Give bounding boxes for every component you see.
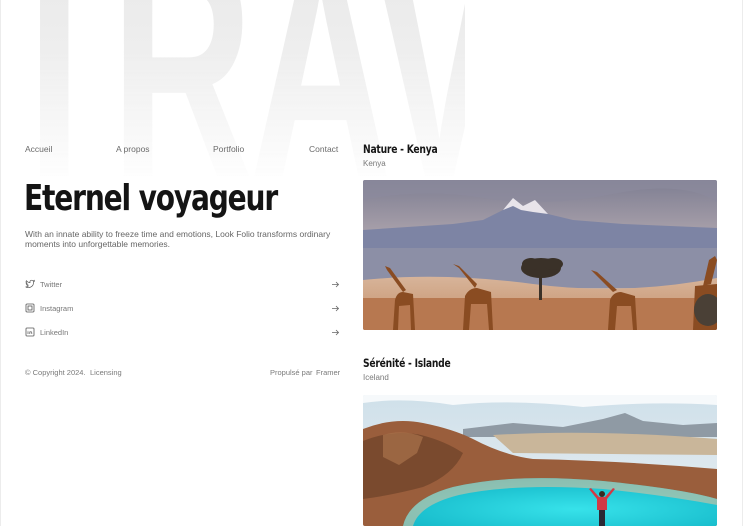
social-link-instagram[interactable]: Instagram (25, 301, 340, 315)
iceland-crater-lake-photo[interactable] (363, 395, 717, 526)
twitter-icon (25, 279, 35, 289)
footer: © Copyright 2024. Licensing Propulsé par… (25, 368, 340, 378)
card-title-kenya[interactable]: Nature - Kenya (363, 142, 438, 156)
card-title-islande[interactable]: Sérénité - Islande (363, 356, 451, 370)
powered-by-prefix: Propulsé par (270, 368, 313, 377)
nav-link-accueil[interactable]: Accueil (25, 144, 52, 154)
licensing-link[interactable]: Licensing (90, 368, 122, 377)
arrow-right-icon (331, 304, 340, 313)
framer-link[interactable]: Framer (316, 368, 340, 377)
kenya-giraffes-photo[interactable] (363, 180, 717, 330)
copyright-text: © Copyright 2024. (25, 368, 86, 377)
hero-description: With an innate ability to freeze time an… (25, 229, 331, 249)
linkedin-icon (25, 327, 35, 337)
hero-title: Eternel voyageur (24, 178, 278, 219)
arrow-right-icon (331, 280, 340, 289)
nav-link-contact[interactable]: Contact (309, 144, 338, 154)
arrow-right-icon (331, 328, 340, 337)
social-link-twitter[interactable]: Twitter (25, 277, 340, 291)
nav-link-a-propos[interactable]: A propos (116, 144, 150, 154)
card-subtitle-iceland: Iceland (363, 373, 389, 382)
top-nav: Accueil A propos Portfolio Contact (25, 144, 340, 156)
instagram-icon (25, 303, 35, 313)
social-link-linkedin[interactable]: LinkedIn (25, 325, 340, 339)
nav-link-portfolio[interactable]: Portfolio (213, 144, 244, 154)
card-subtitle-kenya: Kenya (363, 159, 386, 168)
social-label-linkedin: LinkedIn (40, 327, 69, 337)
social-label-twitter: Twitter (40, 279, 63, 289)
social-label-instagram: Instagram (40, 303, 74, 313)
page-frame-left (0, 0, 1, 526)
